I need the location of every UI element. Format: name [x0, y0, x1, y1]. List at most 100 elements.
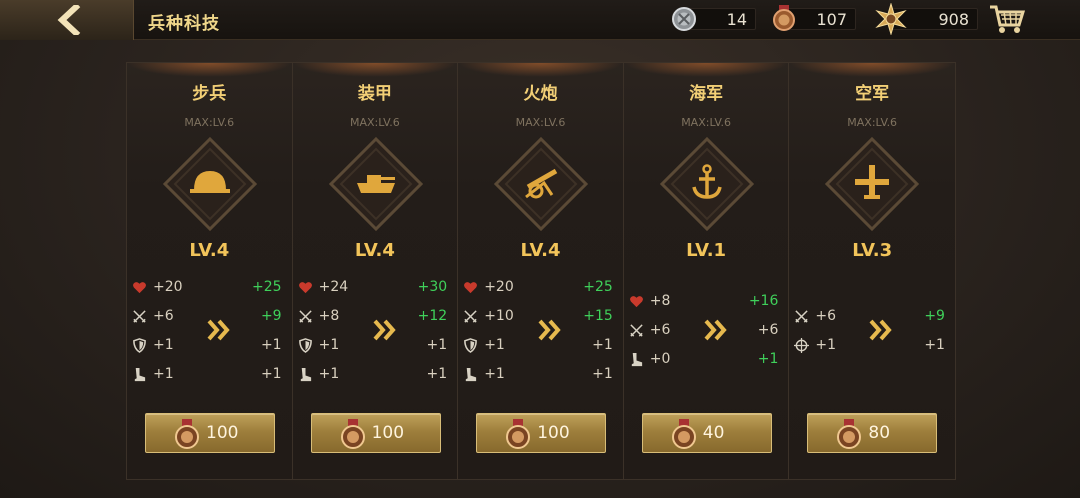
stat-row-hp: +20 +25	[127, 277, 292, 299]
upgrade-button[interactable]: 100	[476, 413, 607, 453]
cannon-icon[interactable]	[494, 137, 589, 231]
silver-medal-counter: 14	[672, 7, 756, 31]
upgrade-cost: 100	[371, 423, 405, 443]
double-chevron-right-icon	[373, 319, 396, 341]
max-level: MAX:LV.6	[184, 116, 235, 129]
stat-next: +25	[583, 279, 613, 295]
stat-next: +12	[417, 308, 448, 324]
stat-current: +24	[318, 279, 349, 295]
anchor-icon[interactable]	[659, 137, 754, 231]
top-bar: 兵种科技 14 107 908	[0, 0, 1080, 40]
stat-next: +1	[592, 337, 613, 353]
shield-icon	[464, 338, 478, 353]
stat-next: +1	[260, 337, 282, 353]
heart-icon	[133, 282, 146, 294]
tech-card-air-force: 空军 MAX:LV.6 LV.3 +6 +9 +1 +1 80	[789, 63, 955, 479]
double-chevron-right-icon	[869, 319, 893, 341]
stat-next: +25	[252, 279, 282, 295]
card-title: 装甲	[357, 84, 392, 104]
stat-current: +6	[815, 308, 837, 324]
upgrade-button[interactable]: 40	[641, 413, 772, 453]
max-level: MAX:LV.6	[847, 116, 898, 129]
double-chevron-right-icon	[207, 319, 230, 341]
crossed-swords-icon	[464, 310, 477, 323]
crossed-swords-icon	[133, 310, 146, 323]
bronze-medal-icon	[837, 419, 862, 449]
stats: +6 +9 +1 +1	[789, 275, 955, 391]
plane-icon[interactable]	[825, 137, 920, 231]
double-chevron-right-icon	[704, 319, 727, 341]
tank-icon[interactable]	[328, 137, 423, 231]
stat-next: +30	[417, 279, 448, 295]
branch-tech-panel: 步兵 MAX:LV.6 LV.4 +20 +25 +6 +9 +1 +1 +1 …	[126, 62, 956, 480]
upgrade-cost: 100	[537, 423, 570, 443]
stat-current: +1	[153, 366, 174, 382]
stat-next: +6	[757, 322, 779, 338]
stat-row-hp: +20 +25	[458, 277, 623, 299]
silver-medal-icon	[672, 7, 696, 31]
card-title: 火炮	[523, 84, 558, 104]
page-title: 兵种科技	[148, 14, 220, 34]
crossed-swords-icon	[630, 324, 643, 337]
gold-star-counter: 908	[875, 3, 978, 35]
stat-next: +16	[748, 293, 779, 309]
tech-card-navy: 海军 MAX:LV.6 LV.1 +8 +16 +6 +6 +0 +1 40	[623, 63, 790, 479]
heart-icon	[629, 296, 643, 308]
stat-next: +9	[260, 308, 282, 324]
upgrade-button[interactable]: 100	[310, 413, 441, 453]
level: LV.4	[520, 240, 561, 261]
stat-current: +8	[649, 293, 671, 309]
tech-card-armor: 装甲 MAX:LV.6 LV.4 +24 +30 +8 +12 +1 +1 +1…	[292, 63, 459, 479]
stat-next: +1	[426, 366, 448, 382]
boot-icon	[466, 367, 477, 382]
stat-current: +6	[649, 322, 671, 338]
stat-current: +8	[318, 308, 340, 324]
stat-next: +9	[924, 308, 945, 324]
stat-current: +1	[484, 366, 505, 382]
shop-cart-icon[interactable]	[988, 3, 1026, 35]
shield-icon	[133, 338, 146, 353]
silver-medal-value: 14	[726, 10, 747, 29]
bronze-medal-icon	[773, 5, 795, 31]
gold-star-value: 908	[938, 10, 969, 29]
boot-icon	[300, 367, 311, 382]
stat-current: +6	[153, 308, 174, 324]
shield-icon	[298, 338, 312, 353]
crossed-swords-icon	[795, 310, 809, 323]
level: LV.1	[686, 240, 727, 261]
stat-current: +10	[484, 308, 514, 324]
tech-card-artillery: 火炮 MAX:LV.6 LV.4 +20 +25 +10 +15 +1 +1 +…	[458, 63, 624, 479]
level: LV.4	[189, 240, 230, 261]
stat-next: +15	[583, 308, 613, 324]
chevron-left-icon	[57, 5, 81, 35]
gold-star-icon	[875, 3, 907, 35]
level: LV.3	[852, 240, 893, 261]
stat-current: +20	[153, 279, 183, 295]
bronze-medal-icon	[175, 419, 199, 449]
stat-next: +1	[924, 337, 945, 353]
boot-icon	[631, 352, 642, 367]
upgrade-button[interactable]: 80	[807, 413, 938, 453]
back-button[interactable]	[0, 0, 134, 40]
bronze-medal-icon	[506, 419, 531, 449]
stats: +24 +30 +8 +12 +1 +1 +1 +1	[293, 275, 458, 391]
crosshair-icon	[794, 338, 810, 353]
crossed-swords-icon	[298, 310, 312, 323]
upgrade-button[interactable]: 100	[145, 413, 275, 453]
stat-row-speed: +1 +1	[293, 364, 458, 386]
heart-icon	[464, 282, 478, 294]
boot-icon	[134, 367, 146, 382]
stat-current: +0	[649, 351, 671, 367]
double-chevron-right-icon	[538, 319, 561, 341]
max-level: MAX:LV.6	[681, 116, 731, 129]
card-title: 海军	[689, 84, 724, 104]
stat-row-speed: +1 +1	[127, 364, 292, 386]
bronze-medal-icon	[671, 419, 696, 449]
bronze-medal-value: 107	[816, 10, 847, 29]
stat-row-speed: +0 +1	[624, 349, 789, 371]
card-title: 步兵	[192, 84, 227, 104]
max-level: MAX:LV.6	[515, 116, 566, 129]
bronze-medal-counter: 107	[773, 5, 856, 31]
helmet-icon[interactable]	[163, 137, 257, 231]
stats: +20 +25 +6 +9 +1 +1 +1 +1	[127, 275, 292, 391]
